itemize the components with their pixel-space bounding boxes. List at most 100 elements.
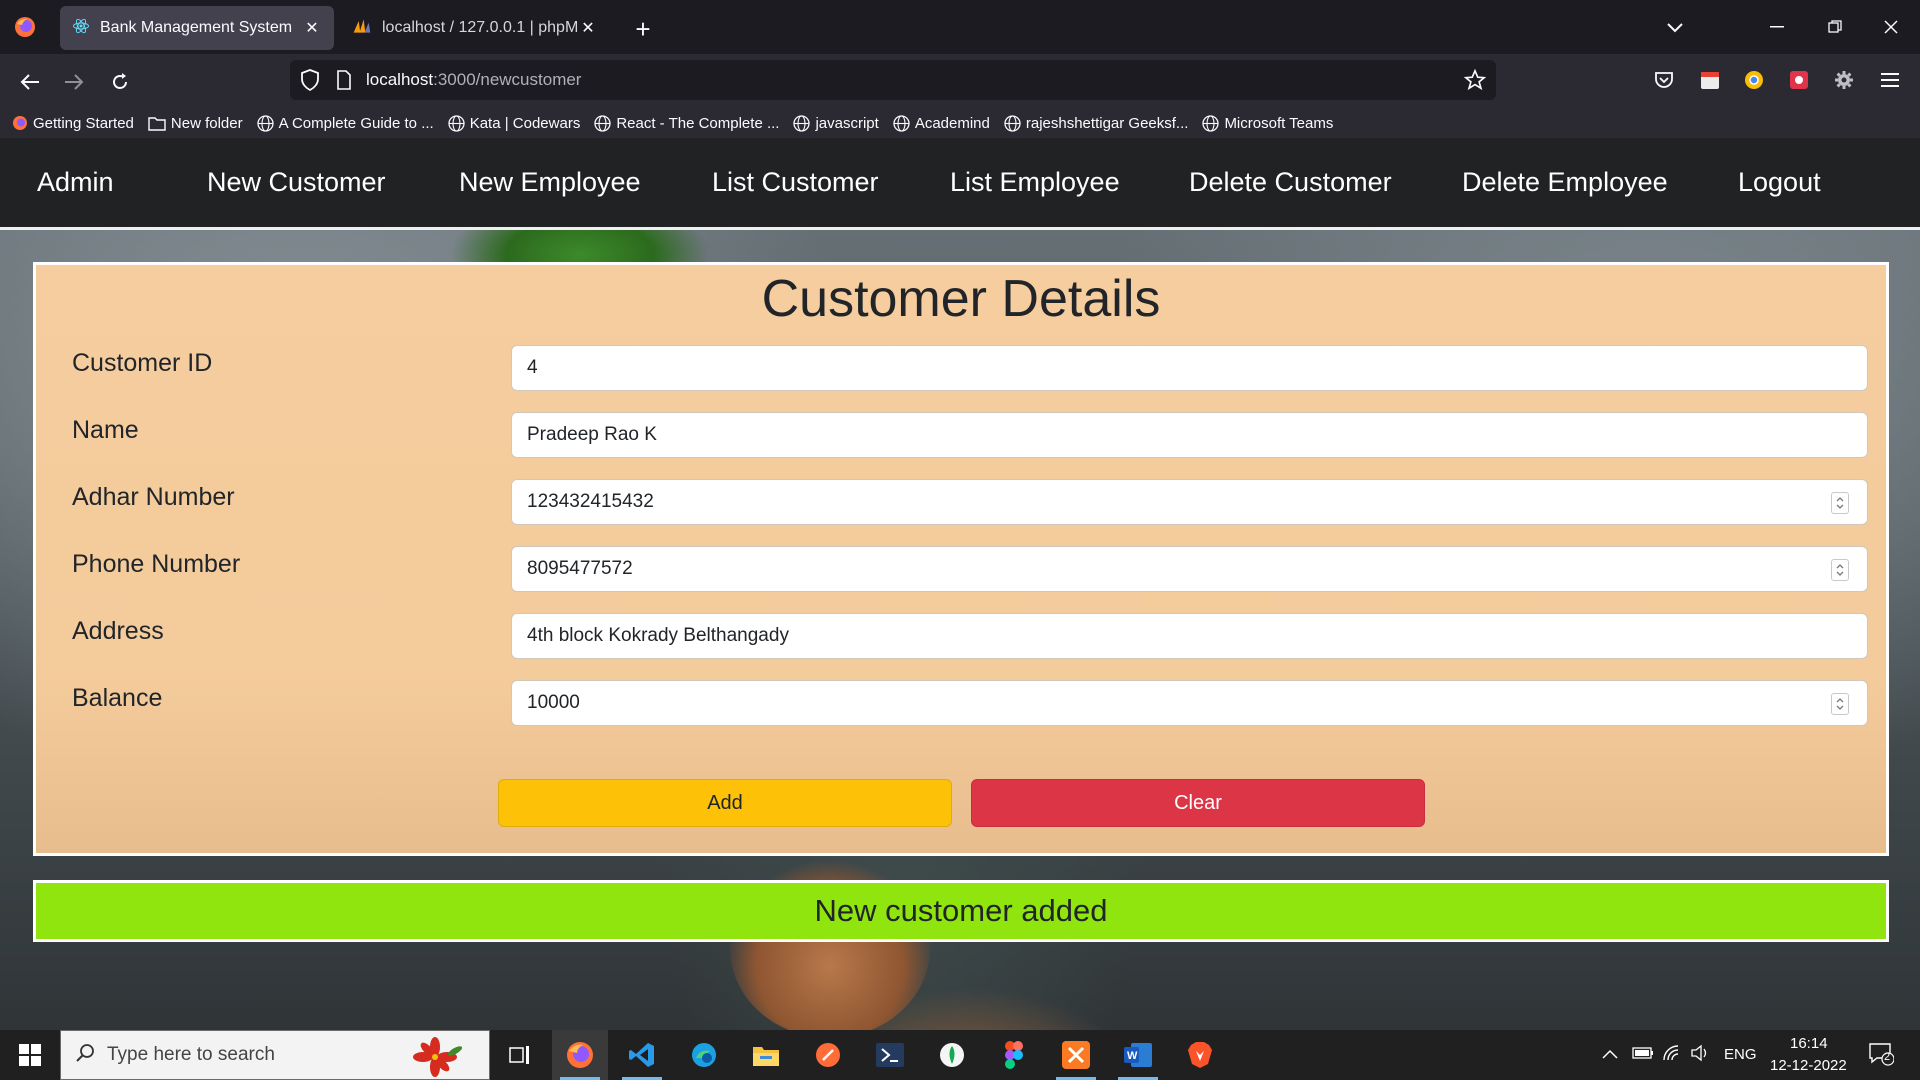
bookmark-new-folder[interactable]: New folder	[148, 115, 243, 132]
address-field[interactable]: 4th block Kokrady Belthangady	[511, 613, 1868, 659]
close-window-button[interactable]	[1868, 8, 1914, 46]
close-icon[interactable]: ✕	[302, 18, 322, 38]
globe-icon	[893, 114, 910, 132]
chevron-up-icon[interactable]	[1602, 1046, 1618, 1064]
bookmark-react[interactable]: React - The Complete ...	[594, 115, 779, 132]
name-field[interactable]: Pradeep Rao K	[511, 412, 1868, 458]
battery-icon[interactable]	[1632, 1046, 1654, 1065]
language-indicator[interactable]: ENG	[1724, 1046, 1757, 1063]
nav-delete-customer[interactable]: Delete Customer	[1189, 167, 1392, 198]
shield-icon[interactable]	[300, 69, 320, 96]
bookmark-academind[interactable]: Academind	[893, 115, 990, 132]
bookmark-label: A Complete Guide to ...	[278, 114, 434, 132]
number-spinner[interactable]	[1831, 693, 1849, 715]
firefox-icon[interactable]	[10, 12, 40, 42]
bookmark-codewars[interactable]: Kata | Codewars	[448, 115, 580, 132]
red-extension-icon[interactable]	[1783, 64, 1815, 96]
phone-number-value: 8095477572	[527, 558, 633, 579]
file-explorer-icon[interactable]	[738, 1030, 794, 1080]
bookmarks-bar: Getting Started New folder A Complete Gu…	[0, 108, 1920, 138]
windows-start-icon[interactable]	[0, 1030, 60, 1080]
calendar-extension-icon[interactable]	[1694, 64, 1726, 96]
url-text[interactable]: localhost:3000/newcustomer	[366, 70, 581, 90]
url-path: :3000/newcustomer	[433, 70, 582, 89]
react-icon	[72, 17, 90, 40]
number-spinner[interactable]	[1831, 559, 1849, 581]
bookmark-javascript[interactable]: javascript	[793, 115, 879, 132]
number-spinner[interactable]	[1831, 492, 1849, 514]
chrome-extension-icon[interactable]	[1738, 64, 1770, 96]
notification-icon[interactable]: 2	[1868, 1042, 1895, 1071]
reload-icon[interactable]	[104, 66, 136, 98]
menu-icon[interactable]	[1874, 64, 1906, 96]
brave-icon[interactable]	[1172, 1030, 1228, 1080]
edge-icon[interactable]	[676, 1030, 732, 1080]
word-icon[interactable]: W	[1110, 1030, 1166, 1080]
restore-button[interactable]	[1812, 8, 1858, 46]
page-icon[interactable]	[336, 70, 352, 95]
bookmark-complete-guide[interactable]: A Complete Guide to ...	[256, 114, 434, 132]
poinsettia-icon	[403, 1037, 467, 1080]
firefox-taskbar-icon[interactable]	[552, 1030, 608, 1080]
gear-icon[interactable]	[1828, 64, 1860, 96]
globe-icon	[1004, 114, 1021, 132]
bookmark-geeksforgeeks[interactable]: rajeshshettigar Geeksf...	[1004, 114, 1189, 132]
wifi-icon[interactable]	[1662, 1044, 1682, 1067]
star-icon[interactable]	[1463, 68, 1487, 96]
powershell-icon[interactable]	[862, 1030, 918, 1080]
clear-button[interactable]: Clear	[971, 779, 1425, 827]
back-arrow-icon[interactable]	[14, 66, 46, 98]
new-tab-button[interactable]: +	[628, 14, 658, 44]
forward-arrow-icon[interactable]	[58, 66, 90, 98]
nav-delete-employee[interactable]: Delete Employee	[1462, 167, 1668, 198]
nav-new-employee[interactable]: New Employee	[459, 167, 641, 198]
postman-icon[interactable]	[800, 1030, 856, 1080]
customer-id-field[interactable]: 4	[511, 345, 1868, 391]
phone-number-field[interactable]: 8095477572	[511, 546, 1868, 592]
address-bar[interactable]: localhost:3000/newcustomer	[290, 60, 1496, 100]
address-label: Address	[72, 617, 164, 645]
windows-taskbar: Type here to search W ENG 16:14 12-12-20…	[0, 1030, 1920, 1080]
customer-id-label: Customer ID	[72, 349, 213, 377]
volume-icon[interactable]	[1690, 1044, 1712, 1067]
tab-phpmyadmin[interactable]: localhost / 127.0.0.1 | phpMyAdmin ✕	[340, 6, 610, 50]
add-button[interactable]: Add	[498, 779, 952, 827]
search-placeholder: Type here to search	[107, 1044, 275, 1065]
nav-new-customer[interactable]: New Customer	[207, 167, 386, 198]
mongodb-compass-icon[interactable]	[924, 1030, 980, 1080]
url-host: localhost	[366, 70, 434, 89]
bookmark-label: rajeshshettigar Geeksf...	[1025, 114, 1189, 132]
globe-icon	[1202, 114, 1220, 132]
bookmark-teams[interactable]: Microsoft Teams	[1202, 115, 1333, 132]
globe-icon	[256, 114, 274, 132]
xampp-icon[interactable]	[1048, 1030, 1104, 1080]
browser-tab-bar: Bank Management System ✕ localhost / 127…	[0, 0, 1920, 54]
close-icon[interactable]: ✕	[578, 18, 598, 38]
nav-list-employee[interactable]: List Employee	[950, 167, 1120, 198]
customer-form-card: Customer Details Customer ID 4 Name Prad…	[33, 262, 1889, 856]
phone-number-label: Phone Number	[72, 550, 241, 578]
adhar-number-label: Adhar Number	[72, 483, 235, 511]
adhar-number-field[interactable]: 123432415432	[511, 479, 1868, 525]
firefox-icon	[13, 116, 27, 130]
tab-title: Bank Management System	[100, 19, 293, 36]
tab-title: localhost / 127.0.0.1 | phpMyAdmin	[382, 19, 578, 36]
balance-field[interactable]: 10000	[511, 680, 1868, 726]
list-all-tabs-icon[interactable]	[1660, 14, 1690, 42]
taskbar-search-box[interactable]: Type here to search	[60, 1030, 490, 1080]
nav-list-customer[interactable]: List Customer	[712, 167, 879, 198]
figma-icon[interactable]	[986, 1030, 1042, 1080]
tab-bank-management[interactable]: Bank Management System ✕	[60, 6, 334, 50]
bookmark-getting-started[interactable]: Getting Started	[12, 115, 134, 132]
task-view-icon[interactable]	[492, 1030, 548, 1080]
svg-text:W: W	[1127, 1050, 1138, 1062]
nav-logout[interactable]: Logout	[1738, 167, 1821, 198]
clock-time[interactable]: 16:14	[1790, 1035, 1828, 1052]
minimize-button[interactable]	[1754, 8, 1800, 46]
pocket-icon[interactable]	[1648, 64, 1680, 96]
balance-value: 10000	[527, 692, 580, 713]
clock-date[interactable]: 12-12-2022	[1770, 1057, 1847, 1074]
success-alert: New customer added	[33, 880, 1889, 942]
nav-admin[interactable]: Admin	[37, 167, 114, 198]
vscode-icon[interactable]	[614, 1030, 670, 1080]
